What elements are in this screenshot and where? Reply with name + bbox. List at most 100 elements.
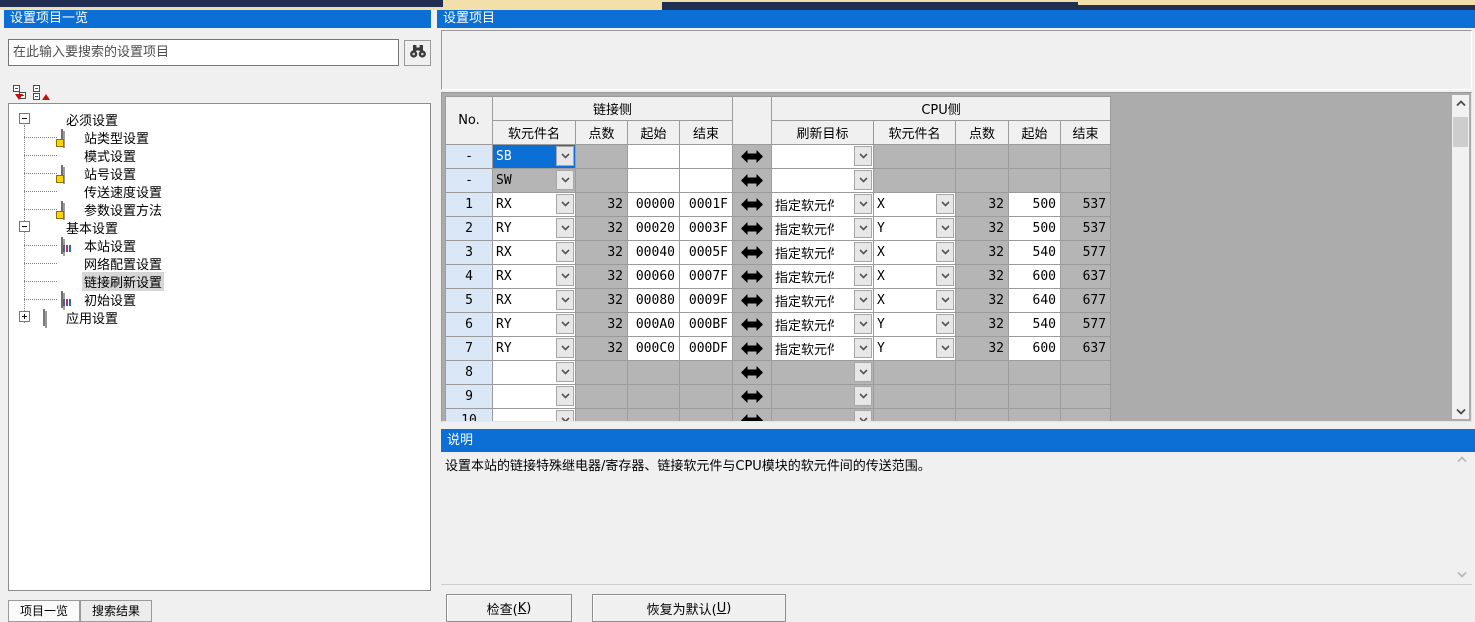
dropdown-button[interactable] [556,146,574,166]
row-no[interactable]: 6 [446,313,493,337]
dropdown-button[interactable] [936,314,954,334]
link-start-cell[interactable] [628,145,680,169]
link-end-cell[interactable]: 000BF [680,313,733,337]
refresh-target-cell[interactable] [772,145,874,169]
dropdown-button[interactable] [936,338,954,358]
table-vertical-scrollbar[interactable] [1452,95,1469,419]
link-device-cell[interactable] [493,409,576,423]
row-no[interactable]: 2 [446,217,493,241]
dropdown-button[interactable] [854,170,872,190]
dropdown-button[interactable] [556,218,574,238]
link-end-cell[interactable]: 0009F [680,289,733,313]
cpu-start-cell[interactable]: 540 [1009,313,1061,337]
dropdown-button[interactable] [854,146,872,166]
refresh-target-cell[interactable]: 指定软元件 [772,193,874,217]
row-no[interactable]: 4 [446,265,493,289]
tree-item-transfer-speed[interactable]: 传送速度设置 [9,182,430,200]
restore-default-button[interactable]: 恢复为默认(U) [592,594,786,622]
dropdown-button[interactable] [854,410,872,422]
tree-item-link-refresh[interactable]: 链接刷新设置 [9,272,430,290]
tree-item-network-config[interactable]: 网络配置设置 [9,254,430,272]
refresh-target-cell[interactable]: 指定软元件 [772,217,874,241]
dropdown-button[interactable] [936,290,954,310]
link-start-cell[interactable]: 00040 [628,241,680,265]
refresh-target-cell[interactable]: 指定软元件 [772,241,874,265]
cpu-start-cell[interactable]: 600 [1009,337,1061,361]
link-end-cell[interactable]: 000DF [680,337,733,361]
link-device-cell[interactable]: RY [493,337,576,361]
tree-item-basic-settings[interactable]: 基本设置 [9,218,430,236]
link-device-cell[interactable]: RY [493,313,576,337]
refresh-target-cell[interactable] [772,361,874,385]
link-start-cell[interactable]: 00060 [628,265,680,289]
dropdown-button[interactable] [854,338,872,358]
link-device-cell[interactable] [493,385,576,409]
search-button[interactable] [404,40,431,66]
dropdown-button[interactable] [936,194,954,214]
cpu-device-cell[interactable]: X [874,193,956,217]
link-device-cell[interactable]: RY [493,217,576,241]
link-start-cell[interactable]: 00000 [628,193,680,217]
tree-item-application-settings[interactable]: 应用设置 [9,308,430,326]
tree-item-parameter-method[interactable]: 参数设置方法 [9,200,430,218]
dropdown-button[interactable] [556,194,574,214]
dropdown-button[interactable] [854,218,872,238]
search-input[interactable] [8,39,399,66]
cpu-device-cell[interactable]: X [874,289,956,313]
refresh-target-cell[interactable]: 指定软元件 [772,313,874,337]
dropdown-button[interactable] [936,242,954,262]
row-no[interactable]: 1 [446,193,493,217]
link-device-cell[interactable]: RX [493,193,576,217]
link-start-cell[interactable]: 000A0 [628,313,680,337]
expand-toggle-icon[interactable] [19,311,30,322]
tree-item-initial-setting[interactable]: 初始设置 [9,290,430,308]
cpu-start-cell[interactable]: 540 [1009,241,1061,265]
link-end-cell[interactable] [680,169,733,193]
link-device-cell[interactable]: RX [493,241,576,265]
row-no[interactable]: 7 [446,337,493,361]
tab-item-list[interactable]: 项目一览 [8,600,80,622]
scroll-up-icon[interactable] [1452,95,1469,111]
link-device-cell[interactable]: RX [493,265,576,289]
tab-search-result[interactable]: 搜索结果 [80,600,152,622]
link-end-cell[interactable]: 0007F [680,265,733,289]
scroll-down-icon[interactable] [1452,403,1469,419]
scrollbar-thumb[interactable] [1453,117,1468,147]
link-device-cell[interactable]: SB [493,145,576,169]
cpu-start-cell[interactable]: 500 [1009,193,1061,217]
cpu-device-cell[interactable]: Y [874,217,956,241]
row-no[interactable]: 5 [446,289,493,313]
link-end-cell[interactable]: 0003F [680,217,733,241]
tree-item-mode-setting[interactable]: 模式设置 [9,146,430,164]
dropdown-button[interactable] [854,290,872,310]
row-no[interactable]: - [446,145,493,169]
refresh-target-cell[interactable] [772,169,874,193]
dropdown-button[interactable] [556,410,574,422]
tree-item-station-type[interactable]: 站类型设置 [9,128,430,146]
dropdown-button[interactable] [556,242,574,262]
refresh-target-cell[interactable] [772,409,874,423]
refresh-target-cell[interactable]: 指定软元件 [772,289,874,313]
dropdown-button[interactable] [854,314,872,334]
dropdown-button[interactable] [854,194,872,214]
cpu-start-cell[interactable]: 640 [1009,289,1061,313]
cpu-device-cell[interactable]: X [874,265,956,289]
cpu-start-cell[interactable]: 500 [1009,217,1061,241]
link-end-cell[interactable] [680,145,733,169]
dropdown-button[interactable] [556,338,574,358]
expand-all-icon[interactable] [33,85,50,101]
link-end-cell[interactable]: 0005F [680,241,733,265]
tree-item-station-number[interactable]: 站号设置 [9,164,430,182]
row-no[interactable]: 3 [446,241,493,265]
cpu-start-cell[interactable]: 600 [1009,265,1061,289]
collapse-toggle-icon[interactable] [19,221,30,232]
refresh-target-cell[interactable]: 指定软元件 [772,337,874,361]
check-button[interactable]: 检查(K) [446,594,572,622]
tree-item-required-settings[interactable]: 必须设置 [9,110,430,128]
link-start-cell[interactable]: 000C0 [628,337,680,361]
link-end-cell[interactable]: 0001F [680,193,733,217]
cpu-device-cell[interactable]: Y [874,337,956,361]
collapse-all-icon[interactable] [13,85,30,101]
dropdown-button[interactable] [556,386,574,406]
dropdown-button[interactable] [936,266,954,286]
